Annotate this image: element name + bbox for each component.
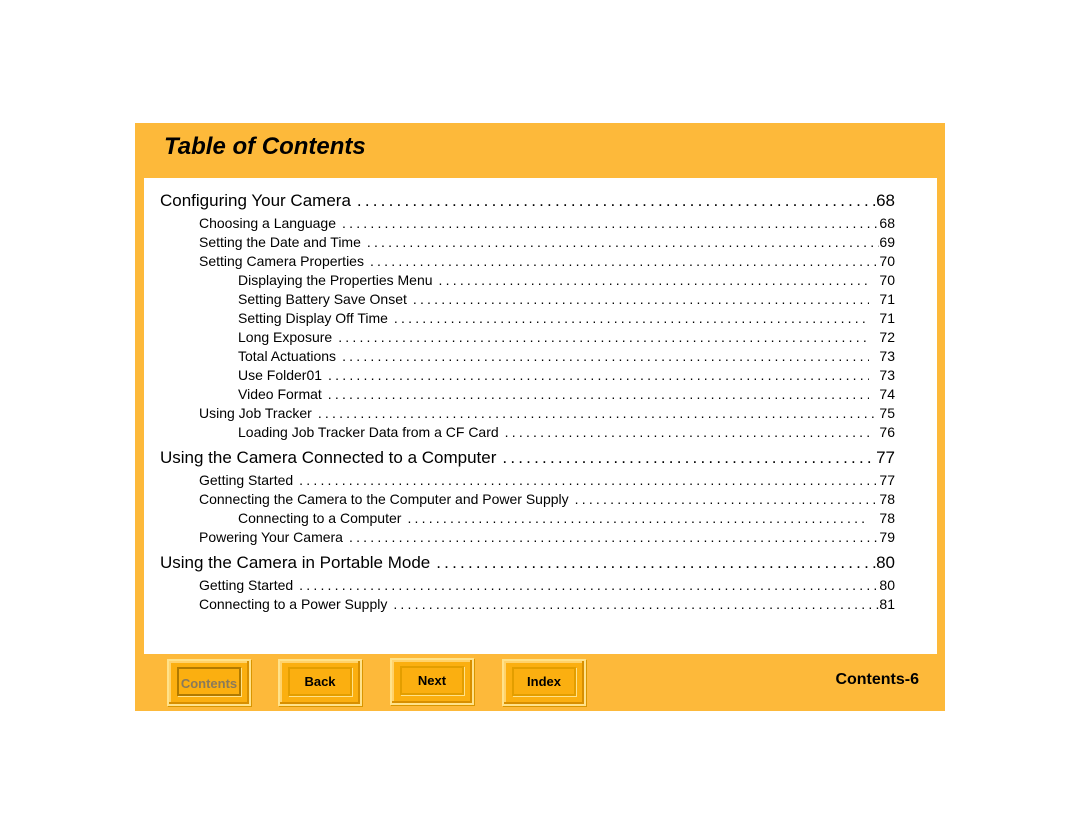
toc-entry-label: Setting Battery Save Onset bbox=[238, 291, 407, 307]
toc-entry-label: Configuring Your Camera bbox=[160, 191, 351, 210]
dot-leader: ........................................… bbox=[342, 215, 879, 231]
toc-entry-page: 70 bbox=[879, 272, 895, 288]
toc-entry[interactable]: Displaying the Properties Menu..........… bbox=[238, 272, 895, 291]
toc-entry[interactable]: Using the Camera in Portable Mode.......… bbox=[160, 553, 895, 575]
dot-leader: ........................................… bbox=[574, 491, 880, 507]
toc-entry[interactable]: Using the Camera Connected to a Computer… bbox=[160, 448, 895, 470]
dot-leader: ........................................… bbox=[327, 386, 870, 402]
toc-entry-page: 80 bbox=[876, 553, 895, 572]
dot-leader: ........................................… bbox=[338, 329, 870, 345]
toc-entry-page: 79 bbox=[879, 529, 895, 545]
toc-entry-page: 75 bbox=[879, 405, 895, 421]
dot-leader: ........................................… bbox=[393, 596, 879, 612]
toc-entry-label: Setting the Date and Time bbox=[199, 234, 361, 250]
toc-entry-label: Choosing a Language bbox=[199, 215, 337, 231]
dot-leader: ........................................… bbox=[502, 448, 877, 467]
back-button[interactable]: Back bbox=[278, 659, 362, 706]
index-button-label: Index bbox=[512, 667, 576, 696]
page-title: Table of Contents bbox=[164, 133, 366, 160]
toc-entry[interactable]: Use Folder01............................… bbox=[238, 367, 895, 386]
toc-entry[interactable]: Choosing a Language.....................… bbox=[199, 215, 895, 234]
toc-entry-label: Powering Your Camera bbox=[199, 529, 343, 545]
toc-entry-label: Displaying the Properties Menu bbox=[238, 272, 433, 288]
toc-entry-label: Video Format bbox=[238, 386, 322, 402]
toc-entry-label: Using the Camera in Portable Mode bbox=[160, 553, 431, 572]
toc-entry-label: Long Exposure bbox=[238, 329, 333, 345]
dot-leader: ........................................… bbox=[342, 348, 870, 364]
toc-entry-page: 77 bbox=[876, 448, 895, 467]
dot-leader: ........................................… bbox=[328, 367, 869, 383]
toc-entry-label: Connecting the Camera to the Computer an… bbox=[199, 491, 569, 507]
toc-entry[interactable]: Video Format............................… bbox=[238, 386, 895, 405]
dot-leader: ........................................… bbox=[317, 405, 880, 421]
toc-frame: Table of Contents Configuring Your Camer… bbox=[135, 123, 945, 711]
toc-entry[interactable]: Connecting to a Computer................… bbox=[238, 510, 895, 529]
toc-entry[interactable]: Loading Job Tracker Data from a CF Card.… bbox=[238, 424, 895, 443]
toc-entry-label: Getting Started bbox=[199, 577, 294, 593]
toc-entry-page: 73 bbox=[879, 367, 895, 383]
toc-entry-page: 76 bbox=[879, 424, 895, 440]
dot-leader: ........................................… bbox=[407, 510, 869, 526]
dot-leader: ........................................… bbox=[366, 234, 880, 250]
toc-entry-page: 74 bbox=[879, 386, 895, 402]
toc-entry[interactable]: Using Job Tracker.......................… bbox=[199, 405, 895, 424]
toc-entry-page: 71 bbox=[879, 291, 895, 307]
toc-entry-label: Connecting to a Power Supply bbox=[199, 596, 388, 612]
toc-entry-page: 69 bbox=[879, 234, 895, 250]
toc-entry-page: 78 bbox=[879, 510, 895, 526]
toc-entry-label: Setting Display Off Time bbox=[238, 310, 388, 326]
toc-entry[interactable]: Getting Started.........................… bbox=[199, 577, 895, 596]
dot-leader: ........................................… bbox=[412, 291, 870, 307]
toc-entry[interactable]: Setting Camera Properties...............… bbox=[199, 253, 895, 272]
toc-entry-page: 78 bbox=[879, 491, 895, 507]
dot-leader: ........................................… bbox=[504, 424, 870, 440]
toc-entry-page: 77 bbox=[879, 472, 895, 488]
toc-entry[interactable]: Connecting the Camera to the Computer an… bbox=[199, 491, 895, 510]
next-button[interactable]: Next bbox=[390, 658, 474, 705]
dot-leader: ........................................… bbox=[299, 577, 879, 593]
dot-leader: ........................................… bbox=[356, 191, 876, 210]
toc-entry-label: Connecting to a Computer bbox=[238, 510, 402, 526]
toc-entry-page: 68 bbox=[876, 191, 895, 210]
toc-entry[interactable]: Setting Battery Save Onset..............… bbox=[238, 291, 895, 310]
toc-entry-page: 70 bbox=[879, 253, 895, 269]
contents-button-label: Contents bbox=[177, 667, 241, 696]
toc-entry[interactable]: Long Exposure...........................… bbox=[238, 329, 895, 348]
toc-entry-label: Loading Job Tracker Data from a CF Card bbox=[238, 424, 499, 440]
contents-button[interactable]: Contents bbox=[167, 659, 251, 706]
toc-entry[interactable]: Setting the Date and Time...............… bbox=[199, 234, 895, 253]
toc-entry[interactable]: Connecting to a Power Supply............… bbox=[199, 596, 895, 615]
dot-leader: ........................................… bbox=[369, 253, 879, 269]
toc-entry-label: Use Folder01 bbox=[238, 367, 323, 383]
page-number-label: Contents-6 bbox=[835, 671, 919, 688]
toc-entry-label: Using Job Tracker bbox=[199, 405, 312, 421]
toc-entry[interactable]: Total Actuations........................… bbox=[238, 348, 895, 367]
dot-leader: ........................................… bbox=[299, 472, 879, 488]
toc-entry-label: Getting Started bbox=[199, 472, 294, 488]
dot-leader: ........................................… bbox=[393, 310, 870, 326]
toc-entry-page: 72 bbox=[879, 329, 895, 345]
toc-entry[interactable]: Configuring Your Camera.................… bbox=[160, 191, 895, 213]
toc-entry[interactable]: Powering Your Camera....................… bbox=[199, 529, 895, 548]
next-button-label: Next bbox=[400, 666, 464, 695]
toc-entry[interactable]: Getting Started.........................… bbox=[199, 472, 895, 491]
toc-entry-page: 68 bbox=[879, 215, 895, 231]
toc-entry-label: Setting Camera Properties bbox=[199, 253, 364, 269]
index-button[interactable]: Index bbox=[502, 659, 586, 706]
dot-leader: ........................................… bbox=[438, 272, 870, 288]
toc-entry-page: 73 bbox=[879, 348, 895, 364]
toc-entry-page: 71 bbox=[879, 310, 895, 326]
back-button-label: Back bbox=[288, 667, 352, 696]
dot-leader: ........................................… bbox=[348, 529, 880, 545]
toc-entry-label: Using the Camera Connected to a Computer bbox=[160, 448, 497, 467]
toc-content: Configuring Your Camera.................… bbox=[144, 178, 937, 654]
toc-entry-page: 81 bbox=[879, 596, 895, 612]
dot-leader: ........................................… bbox=[436, 553, 877, 572]
toc-entry-label: Total Actuations bbox=[238, 348, 337, 364]
toc-entry-page: 80 bbox=[879, 577, 895, 593]
toc-entry[interactable]: Setting Display Off Time................… bbox=[238, 310, 895, 329]
